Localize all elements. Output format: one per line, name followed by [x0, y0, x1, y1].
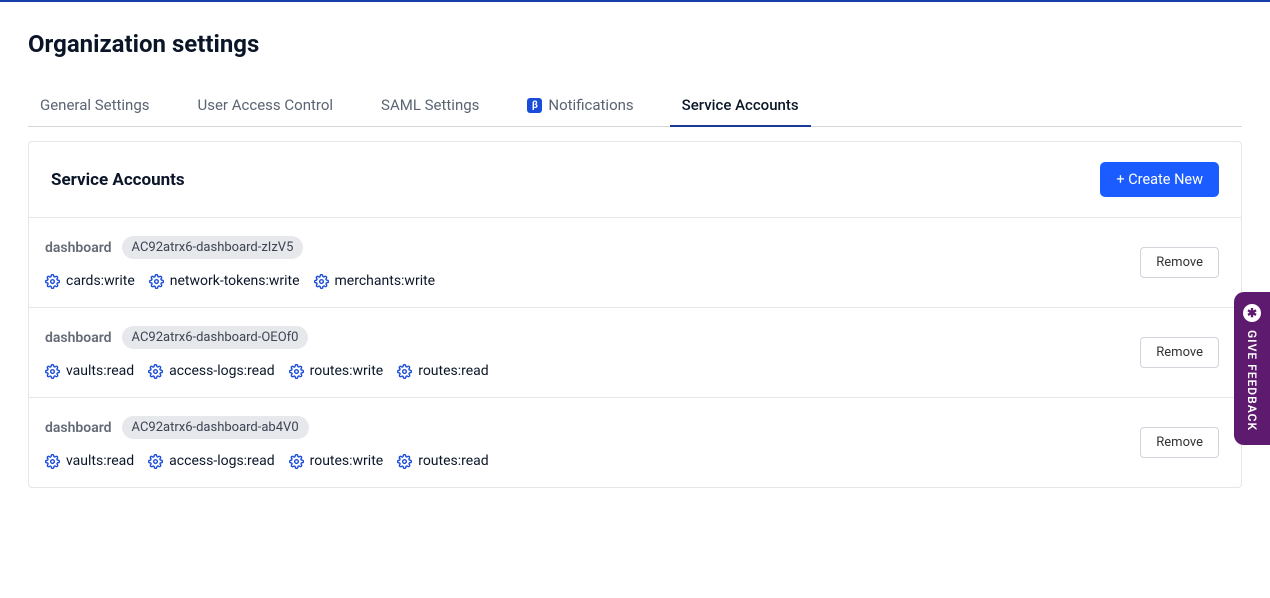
page-title: Organization settings — [28, 30, 1242, 58]
tab-saml-settings[interactable]: SAML Settings — [369, 86, 491, 126]
remove-button[interactable]: Remove — [1140, 247, 1219, 278]
scope-item: vaults:read — [45, 363, 134, 379]
tab-label: SAML Settings — [381, 96, 479, 114]
gear-icon — [289, 454, 304, 469]
accounts-list: dashboard AC92atrx6-dashboard-zIzV5 cards:… — [29, 218, 1241, 487]
account-id-chip: AC92atrx6-dashboard-OEOf0 — [122, 326, 309, 349]
page-container: Organization settings General Settings U… — [0, 2, 1270, 488]
scopes-list: cards:write network-tokens:write merchants… — [45, 273, 435, 289]
scope-label: vaults:read — [66, 453, 134, 469]
panel-header: Service Accounts + Create New — [29, 142, 1241, 218]
scope-item: routes:read — [397, 453, 488, 469]
feedback-asterisk-icon: ✱ — [1243, 304, 1261, 322]
scope-item: vaults:read — [45, 453, 134, 469]
scope-label: cards:write — [66, 273, 135, 289]
gear-icon — [148, 454, 163, 469]
tab-user-access-control[interactable]: User Access Control — [186, 86, 346, 126]
account-info: dashboard AC92atrx6-dashboard-zIzV5 cards:… — [45, 236, 435, 289]
tab-notifications[interactable]: β Notifications — [515, 86, 645, 126]
scope-item: routes:read — [397, 363, 488, 379]
account-id-chip: AC92atrx6-dashboard-ab4V0 — [122, 416, 309, 439]
scopes-list: vaults:read access-logs:read routes:write r… — [45, 453, 489, 469]
gear-icon — [314, 274, 329, 289]
gear-icon — [289, 364, 304, 379]
tab-label: Notifications — [548, 96, 633, 114]
gear-icon — [397, 454, 412, 469]
scope-label: access-logs:read — [169, 453, 274, 469]
scope-label: routes:write — [310, 363, 384, 379]
account-name-line: dashboard AC92atrx6-dashboard-zIzV5 — [45, 236, 435, 259]
gear-icon — [45, 364, 60, 379]
scope-item: access-logs:read — [148, 453, 274, 469]
tab-general-settings[interactable]: General Settings — [28, 86, 162, 126]
account-name: dashboard — [45, 330, 112, 346]
gear-icon — [148, 364, 163, 379]
scope-item: network-tokens:write — [149, 273, 300, 289]
create-new-button[interactable]: + Create New — [1100, 162, 1219, 197]
beta-badge-icon: β — [527, 98, 542, 113]
gear-icon — [45, 274, 60, 289]
scope-label: access-logs:read — [169, 363, 274, 379]
scopes-list: vaults:read access-logs:read routes:write r… — [45, 363, 489, 379]
service-accounts-panel: Service Accounts + Create New dashboard A… — [28, 141, 1242, 488]
scope-item: merchants:write — [314, 273, 436, 289]
scope-item: access-logs:read — [148, 363, 274, 379]
tab-label: Service Accounts — [682, 96, 799, 114]
scope-label: routes:read — [418, 453, 488, 469]
gear-icon — [149, 274, 164, 289]
tabs-bar: General Settings User Access Control SAM… — [28, 86, 1242, 127]
account-id-chip: AC92atrx6-dashboard-zIzV5 — [122, 236, 304, 259]
account-name-line: dashboard AC92atrx6-dashboard-OEOf0 — [45, 326, 489, 349]
scope-item: cards:write — [45, 273, 135, 289]
gear-icon — [397, 364, 412, 379]
account-row: dashboard AC92atrx6-dashboard-OEOf0 vaults… — [29, 308, 1241, 398]
account-name: dashboard — [45, 420, 112, 436]
scope-item: routes:write — [289, 363, 384, 379]
tab-label: General Settings — [40, 96, 150, 114]
account-info: dashboard AC92atrx6-dashboard-ab4V0 vaults… — [45, 416, 489, 469]
remove-button[interactable]: Remove — [1140, 427, 1219, 458]
account-row: dashboard AC92atrx6-dashboard-ab4V0 vaults… — [29, 398, 1241, 487]
tab-service-accounts[interactable]: Service Accounts — [670, 86, 811, 126]
tab-label: User Access Control — [198, 96, 334, 114]
scope-label: network-tokens:write — [170, 273, 300, 289]
scope-label: routes:write — [310, 453, 384, 469]
remove-button[interactable]: Remove — [1140, 337, 1219, 368]
give-feedback-button[interactable]: ✱ GIVE FEEDBACK — [1234, 292, 1270, 445]
section-title: Service Accounts — [51, 170, 185, 190]
account-row: dashboard AC92atrx6-dashboard-zIzV5 cards:… — [29, 218, 1241, 308]
scope-label: merchants:write — [335, 273, 436, 289]
account-name-line: dashboard AC92atrx6-dashboard-ab4V0 — [45, 416, 489, 439]
feedback-label: GIVE FEEDBACK — [1245, 330, 1259, 431]
scope-label: vaults:read — [66, 363, 134, 379]
account-name: dashboard — [45, 240, 112, 256]
scope-label: routes:read — [418, 363, 488, 379]
gear-icon — [45, 454, 60, 469]
scope-item: routes:write — [289, 453, 384, 469]
account-info: dashboard AC92atrx6-dashboard-OEOf0 vaults… — [45, 326, 489, 379]
